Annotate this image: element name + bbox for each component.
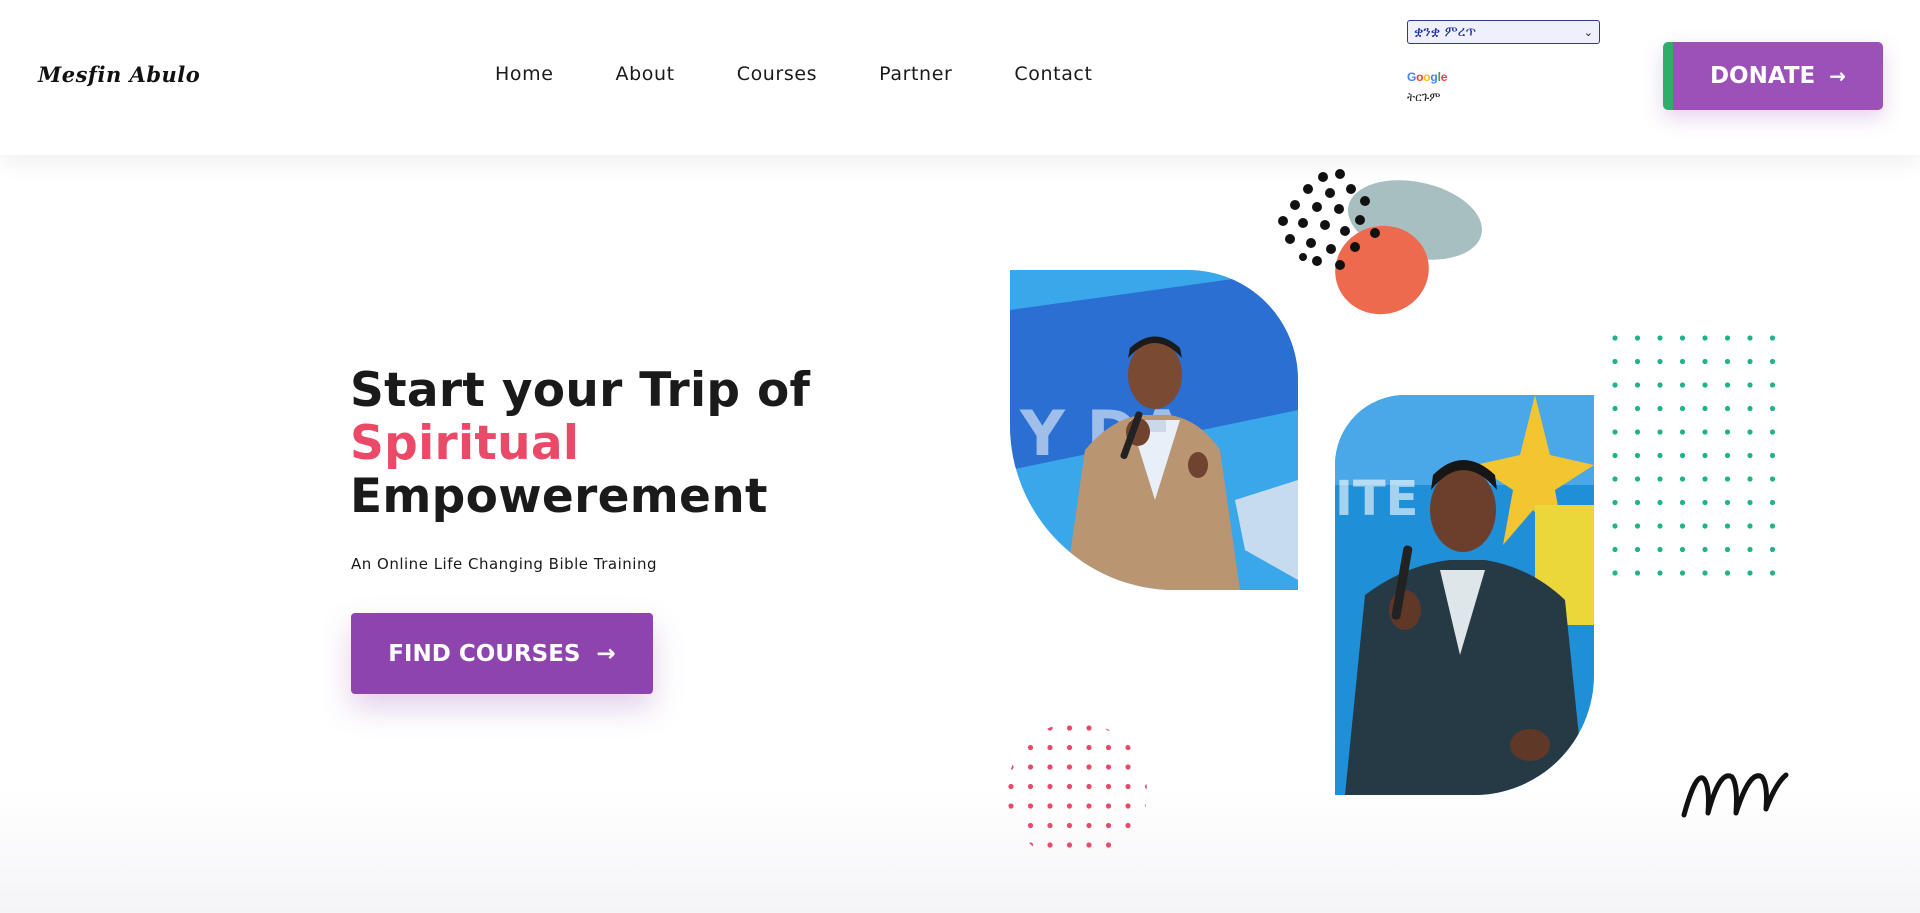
svg-text:ITE: ITE <box>1335 471 1418 527</box>
nav-item-home[interactable]: Home <box>495 63 554 85</box>
google-translate-widget: ቋንቋ ምረጥ ⌄ Google ትርጉም <box>1407 20 1600 105</box>
decorative-dot-grid-teal <box>1612 335 1776 576</box>
google-translate-label[interactable]: ትርጉም <box>1407 90 1600 105</box>
decorative-dot-circle-pink <box>1008 725 1147 862</box>
arrow-right-icon: → <box>596 640 616 667</box>
nav-item-about[interactable]: About <box>616 63 675 85</box>
find-courses-button[interactable]: FIND COURSES → <box>351 613 653 694</box>
donate-label: DONATE <box>1709 63 1816 89</box>
language-select[interactable]: ቋንቋ ምረጥ ⌄ <box>1407 20 1600 44</box>
hero-title-accent: Spiritual <box>350 416 580 471</box>
site-header: Mesfin Abulo Home About Courses Partner … <box>0 0 1920 155</box>
logo[interactable]: Mesfin Abulo <box>38 62 200 87</box>
hero-title-line3: Empowerement <box>350 469 768 524</box>
decorative-squiggle <box>1681 772 1789 818</box>
language-select-value: ቋንቋ ምረጥ <box>1414 24 1477 40</box>
donate-button[interactable]: DONATE → <box>1663 42 1883 110</box>
speaker-photo-1: Y DA <box>1010 270 1298 590</box>
google-logo: Google <box>1407 70 1448 84</box>
decorative-blobs <box>1278 169 1482 315</box>
chevron-down-icon: ⌄ <box>1583 25 1593 39</box>
find-courses-label: FIND COURSES <box>388 640 581 667</box>
nav-item-contact[interactable]: Contact <box>1014 63 1092 85</box>
main-nav: Home About Courses Partner Contact <box>495 63 1155 85</box>
hero-title-line1: Start your Trip of <box>350 363 811 418</box>
hero-title: Start your Trip of Spiritual Empoweremen… <box>350 364 810 523</box>
hero-subtitle: An Online Life Changing Bible Training <box>351 555 657 573</box>
nav-item-partner[interactable]: Partner <box>879 63 952 85</box>
speaker-photo-2: ITE <box>1335 395 1594 795</box>
page: Mesfin Abulo Home About Courses Partner … <box>0 0 1920 913</box>
nav-item-courses[interactable]: Courses <box>737 63 817 85</box>
arrow-right-icon: → <box>1829 64 1847 88</box>
